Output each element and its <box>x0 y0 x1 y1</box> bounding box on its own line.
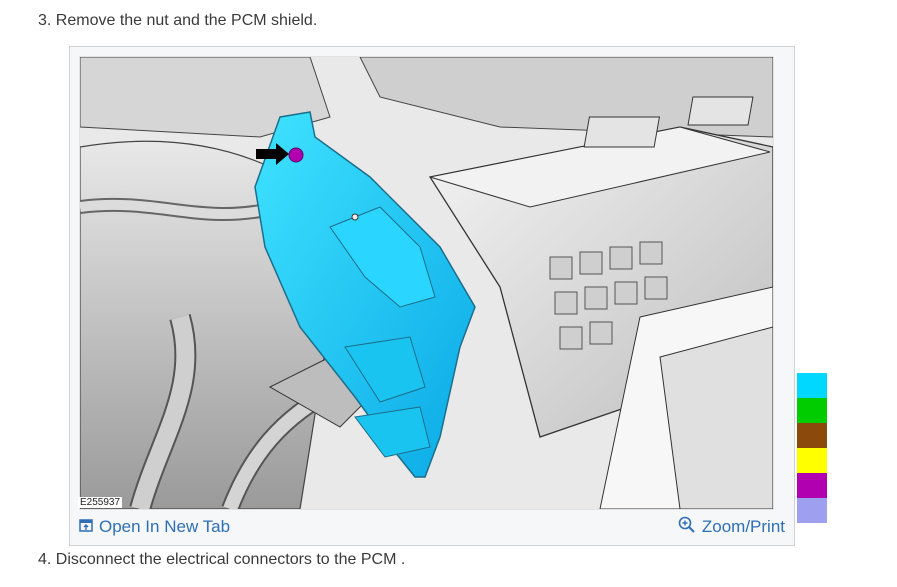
zoom-print-label: Zoom/Print <box>701 517 785 536</box>
swatch-magenta <box>797 473 827 498</box>
zoom-print-link[interactable]: Zoom/Print <box>678 516 785 539</box>
figure-id: E255937 <box>78 497 123 508</box>
color-legend <box>797 373 827 523</box>
open-in-new-tab-link[interactable]: Open In New Tab <box>79 517 230 537</box>
figure-toolbar: Open In New Tab Zoom/Print <box>79 513 785 541</box>
figure-container: Open In New Tab Zoom/Print <box>69 46 795 546</box>
swatch-brown <box>797 423 827 448</box>
zoom-in-icon <box>678 516 696 539</box>
swatch-cyan <box>797 373 827 398</box>
open-in-new-tab-label: Open In New Tab <box>99 517 231 536</box>
swatch-lavender <box>797 498 827 523</box>
swatch-green <box>797 398 827 423</box>
pcm-shield-illustration <box>79 56 774 510</box>
step-3-text: 3. Remove the nut and the PCM shield. <box>38 12 318 29</box>
open-in-new-tab-icon <box>79 517 93 537</box>
swatch-yellow <box>797 448 827 473</box>
step-4-text: 4. Disconnect the electrical connectors … <box>38 551 406 568</box>
